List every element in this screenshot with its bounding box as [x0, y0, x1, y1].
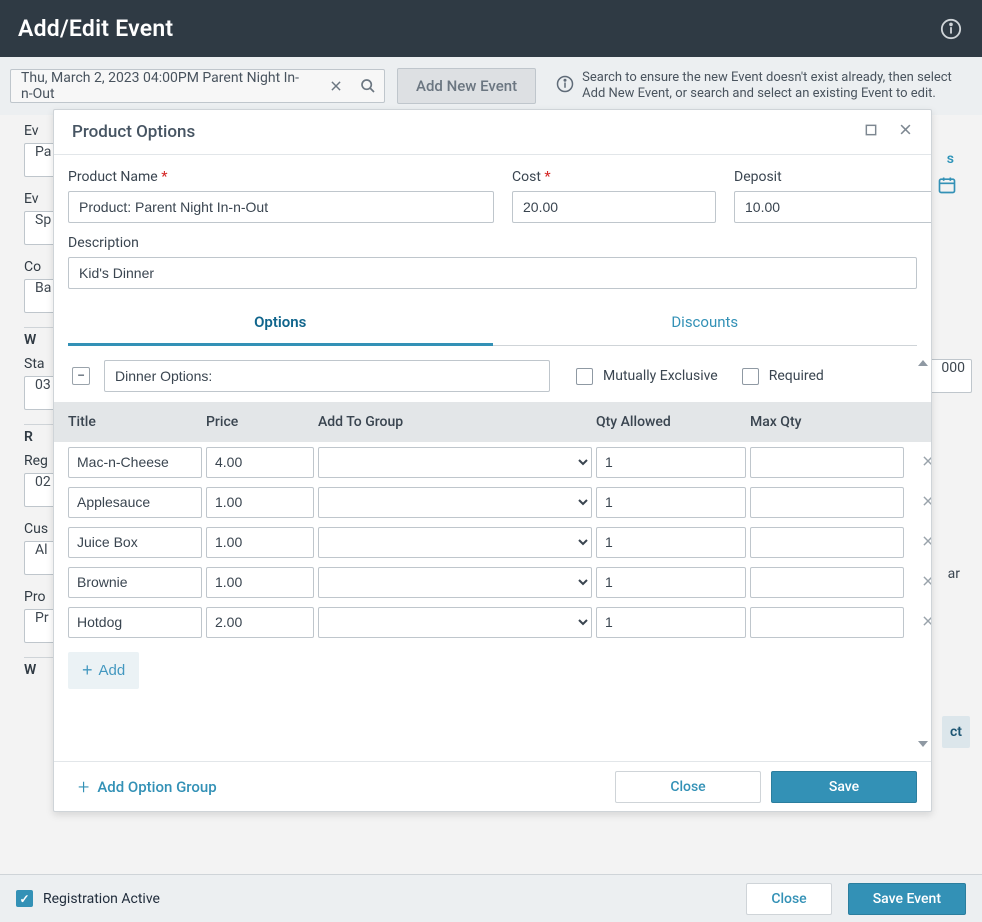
- scrollbar[interactable]: [917, 356, 931, 751]
- option-price-input[interactable]: [206, 447, 314, 478]
- option-qty-input[interactable]: [596, 487, 746, 518]
- option-group-name-input[interactable]: [104, 360, 550, 392]
- option-row: [54, 562, 931, 602]
- option-price-input[interactable]: [206, 527, 314, 558]
- option-price-input[interactable]: [206, 607, 314, 638]
- checkbox-icon: [16, 890, 33, 907]
- page-title: Add/Edit Event: [18, 15, 173, 42]
- plus-icon: +: [82, 660, 93, 681]
- plus-icon: +: [78, 775, 89, 799]
- registration-active-label: Registration Active: [43, 891, 160, 907]
- required-checkbox[interactable]: Required: [742, 368, 824, 385]
- toolbar: Thu, March 2, 2023 04:00PM Parent Night …: [0, 57, 982, 115]
- bg-text: ar: [948, 566, 960, 582]
- close-icon[interactable]: [898, 122, 913, 142]
- option-row: [54, 442, 931, 482]
- option-row: [54, 482, 931, 522]
- options-area: − Mutually Exclusive Required Title Pric…: [54, 346, 931, 761]
- col-price: Price: [206, 414, 314, 430]
- option-qty-input[interactable]: [596, 447, 746, 478]
- event-search[interactable]: Thu, March 2, 2023 04:00PM Parent Night …: [10, 69, 385, 103]
- option-group-select[interactable]: [318, 487, 592, 518]
- bg-button-fragment[interactable]: ct: [942, 716, 970, 748]
- modal-header: Product Options: [54, 110, 931, 155]
- option-group-select[interactable]: [318, 567, 592, 598]
- option-title-input[interactable]: [68, 527, 202, 558]
- option-qty-input[interactable]: [596, 527, 746, 558]
- product-name-input[interactable]: [68, 191, 494, 223]
- option-title-input[interactable]: [68, 487, 202, 518]
- option-title-input[interactable]: [68, 447, 202, 478]
- options-rows: [54, 442, 931, 642]
- modal-body: Product Name * Cost * Deposit Descriptio…: [54, 155, 931, 346]
- options-grid-header: Title Price Add To Group Qty Allowed Max…: [54, 402, 931, 442]
- scroll-up-icon[interactable]: [918, 360, 928, 366]
- option-qty-input[interactable]: [596, 567, 746, 598]
- maximize-icon[interactable]: [864, 122, 878, 142]
- checkbox-label: Required: [769, 368, 824, 384]
- toolbar-info-text: Search to ensure the new Event doesn't e…: [582, 70, 964, 103]
- option-group-select[interactable]: [318, 527, 592, 558]
- close-button[interactable]: Close: [746, 883, 831, 915]
- option-group-select[interactable]: [318, 447, 592, 478]
- col-max: Max Qty: [750, 414, 904, 430]
- option-max-input[interactable]: [750, 527, 904, 558]
- modal-save-button[interactable]: Save: [771, 771, 917, 803]
- option-row: [54, 602, 931, 642]
- add-option-group-button[interactable]: + Add Option Group: [68, 769, 227, 805]
- tab-options[interactable]: Options: [68, 301, 493, 346]
- option-title-input[interactable]: [68, 567, 202, 598]
- product-options-modal: Product Options Product Name * Cost *: [53, 109, 932, 812]
- clear-icon[interactable]: [320, 70, 352, 102]
- bg-guest-count[interactable]: 000: [930, 359, 972, 393]
- modal-footer: + Add Option Group Close Save: [54, 761, 931, 811]
- page-header: Add/Edit Event: [0, 0, 982, 57]
- modal-title: Product Options: [72, 122, 195, 142]
- option-max-input[interactable]: [750, 447, 904, 478]
- search-icon[interactable]: [352, 70, 384, 102]
- option-qty-input[interactable]: [596, 607, 746, 638]
- option-group-select[interactable]: [318, 607, 592, 638]
- col-title: Title: [68, 414, 202, 430]
- scroll-down-icon[interactable]: [918, 741, 928, 747]
- option-max-input[interactable]: [750, 607, 904, 638]
- info-icon[interactable]: [938, 16, 964, 42]
- deposit-label: Deposit: [734, 169, 932, 185]
- option-group-header: − Mutually Exclusive Required: [54, 346, 931, 402]
- col-group: Add To Group: [318, 414, 592, 430]
- calendar-icon[interactable]: [937, 175, 957, 199]
- add-option-label: Add: [99, 662, 126, 679]
- cost-input[interactable]: [512, 191, 716, 223]
- product-name-label: Product Name *: [68, 169, 494, 185]
- option-max-input[interactable]: [750, 487, 904, 518]
- option-row: [54, 522, 931, 562]
- deposit-input[interactable]: [734, 191, 932, 223]
- checkbox-label: Mutually Exclusive: [603, 368, 718, 384]
- option-price-input[interactable]: [206, 487, 314, 518]
- registration-active-checkbox[interactable]: Registration Active: [16, 890, 160, 907]
- save-event-button[interactable]: Save Event: [848, 883, 966, 915]
- info-icon: [556, 75, 574, 97]
- search-value: Thu, March 2, 2023 04:00PM Parent Night …: [11, 70, 320, 102]
- mutually-exclusive-checkbox[interactable]: Mutually Exclusive: [576, 368, 718, 385]
- option-title-input[interactable]: [68, 607, 202, 638]
- checkbox-icon: [576, 368, 593, 385]
- option-price-input[interactable]: [206, 567, 314, 598]
- calendar-right-label: s: [947, 151, 954, 167]
- add-option-group-label: Add Option Group: [97, 778, 216, 796]
- page-footer: Registration Active Close Save Event: [0, 874, 982, 922]
- add-option-button[interactable]: + Add: [68, 652, 139, 689]
- tab-discounts[interactable]: Discounts: [493, 301, 918, 345]
- collapse-icon[interactable]: −: [72, 367, 90, 385]
- option-max-input[interactable]: [750, 567, 904, 598]
- checkbox-icon: [742, 368, 759, 385]
- cost-label: Cost *: [512, 169, 716, 185]
- description-input[interactable]: [68, 257, 917, 289]
- modal-tabs: Options Discounts: [68, 301, 917, 346]
- modal-close-button[interactable]: Close: [615, 771, 761, 803]
- col-qty: Qty Allowed: [596, 414, 746, 430]
- add-new-event-button[interactable]: Add New Event: [397, 68, 536, 104]
- toolbar-info: Search to ensure the new Event doesn't e…: [548, 70, 972, 103]
- description-label: Description: [68, 235, 917, 251]
